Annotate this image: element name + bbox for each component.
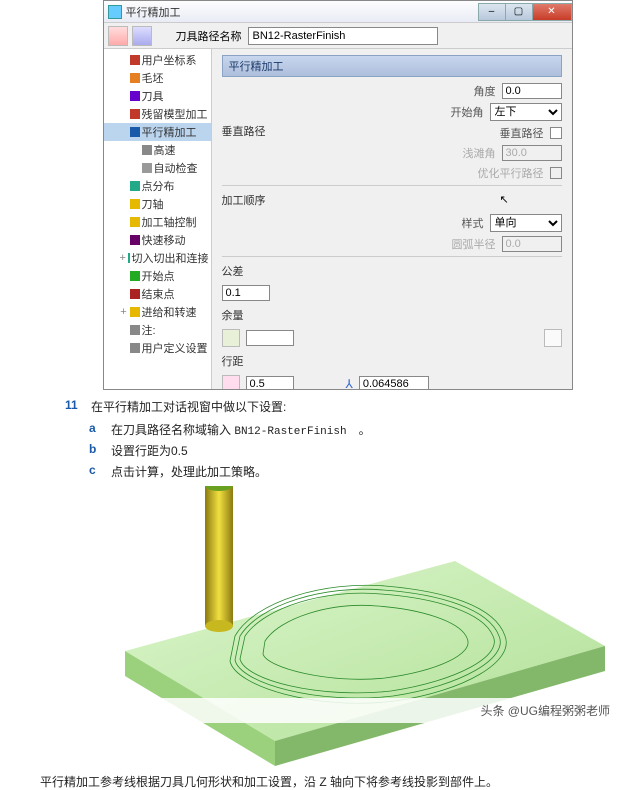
- window-title: 平行精加工: [126, 4, 479, 20]
- tree-node[interactable]: 刀轴: [104, 195, 211, 213]
- tree-node[interactable]: 点分布: [104, 177, 211, 195]
- scallop-icon: ⅄: [346, 377, 353, 389]
- tree-node[interactable]: 高速: [104, 141, 211, 159]
- toolpath-name-label: 刀具路径名称: [176, 28, 242, 44]
- tree-node[interactable]: 平行精加工: [104, 123, 211, 141]
- arc-label: 圆弧半径: [452, 236, 496, 252]
- tolerance-input[interactable]: [222, 285, 270, 301]
- angle-label: 角度: [474, 83, 496, 99]
- toolpath-render: [65, 486, 625, 771]
- order-group-label: 加工顺序: [222, 192, 562, 208]
- tree-node[interactable]: +切入切出和连接: [104, 249, 211, 267]
- toolbar-btn-2[interactable]: [132, 26, 152, 46]
- app-icon: [108, 5, 122, 19]
- stock-icon-2[interactable]: [544, 329, 562, 347]
- tree-node[interactable]: 刀具: [104, 87, 211, 105]
- tree-node[interactable]: 快速移动: [104, 231, 211, 249]
- close-button[interactable]: ✕: [532, 3, 572, 21]
- raster-finish-dialog: 平行精加工 – ▢ ✕ 刀具路径名称 用户坐标系毛坯刀具残留模型加工平行精加工高…: [103, 0, 573, 390]
- substep-a: 在刀具路径名称域输入 BN12-RasterFinish 。: [111, 421, 371, 438]
- substep-c-letter: c: [89, 463, 103, 480]
- attribution-watermark: 头条 @UG编程粥粥老师: [0, 698, 640, 723]
- tree-node[interactable]: 开始点: [104, 267, 211, 285]
- substep-a-letter: a: [89, 421, 103, 438]
- vpath-group-label: 垂直路径: [222, 123, 266, 139]
- stock-icon-1[interactable]: [222, 329, 240, 347]
- stock-input[interactable]: [246, 330, 294, 346]
- instruction-block: 11 在平行精加工对话视窗中做以下设置: a 在刀具路径名称域输入 BN12-R…: [65, 398, 625, 480]
- substep-b-letter: b: [89, 442, 103, 459]
- titlebar[interactable]: 平行精加工 – ▢ ✕: [104, 1, 572, 23]
- tree-node[interactable]: 残留模型加工: [104, 105, 211, 123]
- shallow-input: [502, 145, 562, 161]
- toolpath-name-input[interactable]: [248, 27, 438, 45]
- stepover-input[interactable]: [246, 376, 294, 389]
- style-select[interactable]: 单向: [490, 214, 562, 232]
- angle-input[interactable]: [502, 83, 562, 99]
- substep-b: 设置行距为0.5: [111, 442, 188, 459]
- tree-node[interactable]: +进给和转速: [104, 303, 211, 321]
- stepover-icon[interactable]: [222, 375, 240, 389]
- arc-input: [502, 236, 562, 252]
- start-corner-label: 开始角: [451, 104, 484, 120]
- tree-node[interactable]: 用户坐标系: [104, 51, 211, 69]
- opt-label: 优化平行路径: [478, 165, 544, 181]
- stock-label: 余量: [222, 307, 562, 323]
- panel-header: 平行精加工: [222, 55, 562, 77]
- settings-tree[interactable]: 用户坐标系毛坯刀具残留模型加工平行精加工高速自动检查点分布刀轴加工轴控制快速移动…: [104, 49, 212, 389]
- vpath-checkbox[interactable]: [550, 127, 562, 139]
- start-corner-select[interactable]: 左下: [490, 103, 562, 121]
- settings-panel: 平行精加工 角度 开始角 左下 垂直路径 ↖ 垂直路径: [212, 49, 572, 389]
- tree-node[interactable]: 注:: [104, 321, 211, 339]
- scallop-input[interactable]: [359, 376, 429, 389]
- vpath-label: 垂直路径: [500, 125, 544, 141]
- substep-c: 点击计算，处理此加工策略。: [111, 463, 267, 480]
- tolerance-label: 公差: [222, 263, 562, 279]
- step-number: 11: [65, 398, 83, 415]
- shallow-label: 浅滩角: [463, 145, 496, 161]
- opt-checkbox: [550, 167, 562, 179]
- tree-node[interactable]: 自动检查: [104, 159, 211, 177]
- minimize-button[interactable]: –: [478, 3, 506, 21]
- maximize-button[interactable]: ▢: [505, 3, 533, 21]
- tree-node[interactable]: 结束点: [104, 285, 211, 303]
- stepover-label: 行距: [222, 353, 562, 369]
- step-title: 在平行精加工对话视窗中做以下设置:: [91, 398, 286, 415]
- tree-node[interactable]: 毛坯: [104, 69, 211, 87]
- style-label: 样式: [462, 215, 484, 231]
- bottom-caption: 平行精加工参考线根据刀具几何形状和加工设置，沿 Z 轴向下将参考线投影到部件上。: [40, 771, 600, 790]
- toolbar-btn-1[interactable]: [108, 26, 128, 46]
- tree-node[interactable]: 加工轴控制: [104, 213, 211, 231]
- toolbar: 刀具路径名称: [104, 23, 572, 49]
- tree-node[interactable]: 用户定义设置: [104, 339, 211, 357]
